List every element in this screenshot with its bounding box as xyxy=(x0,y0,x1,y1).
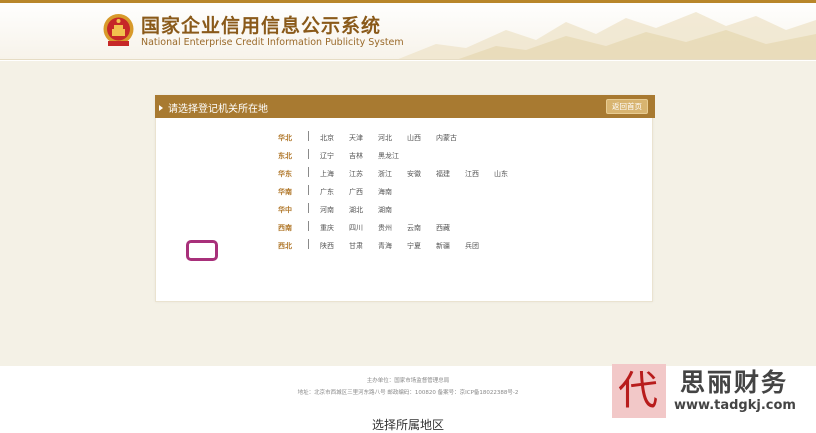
panel-title: 请选择登记机关所在地 xyxy=(159,100,268,115)
site-subtitle: National Enterprise Credit Information P… xyxy=(141,37,404,48)
region-row: 东北 辽宁 吉林 黑龙江 xyxy=(278,149,638,163)
province-link[interactable]: 甘肃 xyxy=(349,241,363,251)
triangle-right-icon xyxy=(159,105,163,111)
region-name: 华东 xyxy=(278,170,292,178)
province-link[interactable]: 上海 xyxy=(320,169,334,179)
province-link[interactable]: 海南 xyxy=(378,187,392,197)
region-row: 华东 上海 江苏 浙江 安徽 福建 江西 山东 xyxy=(278,167,638,181)
province-link[interactable]: 四川 xyxy=(349,223,363,233)
region-separator xyxy=(308,131,309,141)
province-link[interactable]: 北京 xyxy=(320,133,334,143)
province-link[interactable]: 江西 xyxy=(465,169,479,179)
region-separator xyxy=(308,221,309,231)
mountain-decoration xyxy=(398,12,816,59)
province-link[interactable]: 青海 xyxy=(378,241,392,251)
back-home-button[interactable]: 返回首页 xyxy=(606,99,648,114)
national-emblem-icon xyxy=(103,14,134,46)
province-link[interactable]: 新疆 xyxy=(436,241,450,251)
region-row: 西南 重庆 四川 贵州 云南 西藏 xyxy=(278,221,638,235)
site-title: 国家企业信用信息公示系统 xyxy=(141,15,382,37)
province-link[interactable]: 西藏 xyxy=(436,223,450,233)
watermark-seal: 代 xyxy=(612,364,666,418)
region-row: 华南 广东 广西 海南 xyxy=(278,185,638,199)
province-link[interactable]: 福建 xyxy=(436,169,450,179)
province-link[interactable]: 山东 xyxy=(494,169,508,179)
region-row: 西北 陕西 甘肃 青海 宁夏 新疆 兵团 xyxy=(278,239,638,253)
region-separator xyxy=(308,167,309,177)
watermark: 代 思丽财务 www.tadgkj.com xyxy=(612,363,816,419)
province-link[interactable]: 黑龙江 xyxy=(378,151,399,161)
province-link[interactable]: 宁夏 xyxy=(407,241,421,251)
province-link[interactable]: 内蒙古 xyxy=(436,133,457,143)
selected-province-highlight xyxy=(186,240,218,261)
province-link[interactable]: 江苏 xyxy=(349,169,363,179)
region-row: 华北 北京 天津 河北 山西 内蒙古 xyxy=(278,131,638,145)
panel-title-text: 请选择登记机关所在地 xyxy=(168,104,268,115)
province-link[interactable]: 湖北 xyxy=(349,205,363,215)
province-link[interactable]: 湖南 xyxy=(378,205,392,215)
watermark-url: www.tadgkj.com xyxy=(674,398,796,413)
province-link[interactable]: 浙江 xyxy=(378,169,392,179)
region-name: 东北 xyxy=(278,152,292,160)
province-link[interactable]: 云南 xyxy=(407,223,421,233)
main-area: 请选择登记机关所在地 返回首页 华北 北京 天津 河北 山西 内蒙古东北 辽宁 吉林 黑龙江华东… xyxy=(0,61,816,366)
region-separator xyxy=(308,239,309,249)
screenshot-frame: 国家企业信用信息公示系统 National Enterprise Credit … xyxy=(0,0,816,433)
province-link[interactable]: 广西 xyxy=(349,187,363,197)
site-header: 国家企业信用信息公示系统 National Enterprise Credit … xyxy=(0,0,816,60)
province-link[interactable]: 广东 xyxy=(320,187,334,197)
province-link[interactable]: 贵州 xyxy=(378,223,392,233)
watermark-seal-char: 代 xyxy=(618,368,658,414)
province-link[interactable]: 安徽 xyxy=(407,169,421,179)
watermark-name: 思丽财务 xyxy=(680,368,789,397)
region-separator xyxy=(308,185,309,195)
panel-header: 请选择登记机关所在地 返回首页 xyxy=(155,95,655,118)
province-link[interactable]: 兵团 xyxy=(465,241,479,251)
region-row: 华中 河南 湖北 湖南 xyxy=(278,203,638,217)
region-name: 华南 xyxy=(278,188,292,196)
region-name: 华北 xyxy=(278,134,292,142)
province-link[interactable]: 山西 xyxy=(407,133,421,143)
region-name: 西北 xyxy=(278,242,292,250)
province-link[interactable]: 吉林 xyxy=(349,151,363,161)
province-link[interactable]: 陕西 xyxy=(320,241,334,251)
province-link[interactable]: 辽宁 xyxy=(320,151,334,161)
province-link[interactable]: 河南 xyxy=(320,205,334,215)
province-link[interactable]: 天津 xyxy=(349,133,363,143)
region-name: 西南 xyxy=(278,224,292,232)
region-separator xyxy=(308,149,309,159)
region-select-panel: 请选择登记机关所在地 返回首页 华北 北京 天津 河北 山西 内蒙古东北 辽宁 吉林 黑龙江华东… xyxy=(155,95,655,302)
province-link[interactable]: 河北 xyxy=(378,133,392,143)
province-link[interactable]: 重庆 xyxy=(320,223,334,233)
region-separator xyxy=(308,203,309,213)
region-name: 华中 xyxy=(278,206,292,214)
